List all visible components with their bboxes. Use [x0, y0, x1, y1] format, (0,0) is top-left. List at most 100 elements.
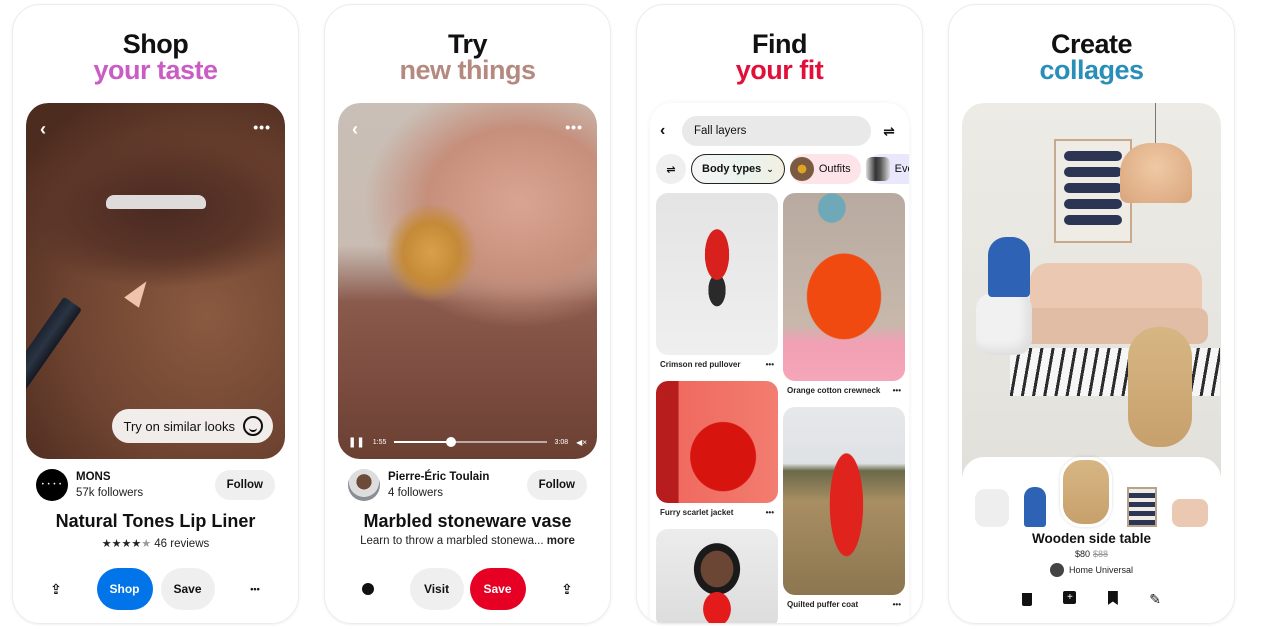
- description-text: Learn to throw a marbled stonewa...: [360, 535, 544, 547]
- headline: Find your fit: [637, 29, 922, 85]
- phone-screen: Wooden side table $80 $88 Home Universal …: [962, 103, 1221, 623]
- follow-button[interactable]: Follow: [214, 470, 275, 500]
- headline: Try new things: [325, 29, 610, 84]
- comment-icon[interactable]: [356, 577, 380, 601]
- share-icon[interactable]: ⇪: [44, 577, 68, 601]
- duplicate-icon[interactable]: +: [1063, 591, 1077, 604]
- pin-card[interactable]: Orange cotton crewneck •••: [783, 193, 905, 395]
- rating-row: ★★★★★ 46 reviews: [26, 537, 285, 550]
- pin-card[interactable]: Quilted puffer coat •••: [783, 407, 905, 609]
- back-icon[interactable]: ‹: [660, 122, 674, 140]
- phone-screen: ‹ ⇌ ⇌ Body types ⌄ Outfits Every Crimson…: [650, 103, 909, 623]
- every-thumbnail: [865, 157, 890, 181]
- cutout-white-stool[interactable]: [975, 489, 1010, 527]
- back-icon[interactable]: ‹: [352, 119, 358, 140]
- headline-line1: Try: [447, 29, 488, 59]
- cutout-wooden-table-selected[interactable]: [1060, 457, 1113, 527]
- pin-title: Natural Tones Lip Liner: [55, 511, 256, 531]
- video-pottery[interactable]: ‹ ••• ❚❚ 1:55 3:08 ◀×: [338, 103, 597, 459]
- bookmark-icon[interactable]: [1107, 591, 1118, 605]
- video-progress-fill: [394, 441, 451, 443]
- try-on-button[interactable]: Try on similar looks: [111, 409, 273, 443]
- pin-image: [656, 381, 778, 503]
- review-count[interactable]: 46 reviews: [154, 538, 209, 550]
- try-on-label: Try on similar looks: [123, 418, 235, 434]
- more-icon[interactable]: •••: [766, 508, 774, 517]
- more-icon[interactable]: •••: [253, 119, 271, 135]
- pencil-edit-icon[interactable]: ✎: [1149, 591, 1161, 608]
- follower-count: 4 followers: [388, 487, 443, 499]
- trash-icon[interactable]: [1022, 593, 1032, 606]
- creator-name[interactable]: MONS: [76, 469, 143, 485]
- panel-create-collages: Create collages Wooden side table $80 $8…: [948, 4, 1235, 624]
- panel-find-your-fit: Find your fit ‹ ⇌ ⇌ Body types ⌄ Outfits…: [636, 4, 923, 624]
- search-bar: ‹ ⇌: [660, 115, 899, 147]
- more-icon[interactable]: •••: [565, 119, 583, 135]
- pin-image: [656, 529, 778, 623]
- chip-filters[interactable]: ⇌: [656, 154, 686, 184]
- pin-image-lips[interactable]: ‹ ••• Try on similar looks: [26, 103, 285, 459]
- chip-label: Outfits: [818, 163, 851, 175]
- back-icon[interactable]: ‹: [40, 119, 46, 140]
- search-input[interactable]: [682, 116, 871, 146]
- cutout-blue-vase[interactable]: [1023, 487, 1046, 527]
- panel-try-new-things: Try new things ‹ ••• ❚❚ 1:55 3:08 ◀× Pie…: [324, 4, 611, 624]
- store-logo: [1049, 563, 1064, 577]
- chevron-down-icon: ⌄: [766, 163, 774, 174]
- price-row: $80 $88: [962, 549, 1221, 559]
- cutout-wall-art[interactable]: [1127, 487, 1158, 527]
- more-icon[interactable]: •••: [766, 360, 774, 369]
- collage-item-blue-vase[interactable]: [988, 237, 1030, 297]
- headline-line2: your fit: [735, 55, 824, 85]
- avatar[interactable]: [348, 469, 380, 501]
- teeth-detail: [106, 195, 206, 209]
- save-button[interactable]: Save: [469, 568, 526, 610]
- more-link[interactable]: more: [547, 535, 575, 547]
- pin-caption: Furry scarlet jacket: [660, 508, 734, 517]
- phone-screen: ‹ ••• ❚❚ 1:55 3:08 ◀× Pierre-Éric Toulai…: [338, 103, 597, 623]
- cutout-strip: [962, 457, 1221, 527]
- filter-sliders-icon[interactable]: ⇌: [879, 123, 899, 140]
- headline-line2: your taste: [93, 55, 218, 85]
- pin-caption: Crimson red pullover: [660, 360, 741, 369]
- headline: Shop your taste: [13, 31, 298, 85]
- follow-button[interactable]: Follow: [526, 470, 587, 500]
- follower-count: 57k followers: [76, 487, 144, 499]
- headline-line2: collages: [1039, 55, 1144, 85]
- pause-icon[interactable]: ❚❚: [348, 437, 365, 448]
- cutout-sofa[interactable]: [1171, 499, 1208, 527]
- pin-card[interactable]: [656, 529, 778, 623]
- pin-card[interactable]: Furry scarlet jacket •••: [656, 381, 778, 517]
- avatar[interactable]: • • • •: [36, 469, 68, 501]
- save-button[interactable]: Save: [160, 568, 215, 610]
- creator-name[interactable]: Pierre-Éric Toulain: [388, 469, 489, 485]
- outfits-thumbnail: [789, 157, 814, 181]
- store-row[interactable]: Home Universal: [962, 563, 1221, 577]
- chip-label: Body types: [702, 163, 762, 175]
- collage-item-wooden-table[interactable]: [1128, 327, 1192, 447]
- mute-icon[interactable]: ◀×: [576, 438, 587, 447]
- visit-button[interactable]: Visit: [409, 568, 464, 610]
- more-icon[interactable]: •••: [893, 386, 901, 395]
- store-name: Home Universal: [1068, 565, 1134, 575]
- collage-item-white-stool[interactable]: [976, 293, 1032, 355]
- video-scrubber[interactable]: [394, 437, 547, 447]
- pin-grid: Crimson red pullover ••• Orange cotton cr…: [656, 193, 905, 623]
- more-icon[interactable]: •••: [893, 600, 901, 609]
- chip-body-types[interactable]: Body types ⌄: [691, 154, 785, 184]
- pin-description: Learn to throw a marbled stonewa... more: [338, 535, 597, 547]
- more-options-icon[interactable]: •••: [243, 577, 267, 601]
- headline: Create collages: [949, 31, 1234, 85]
- filter-chips: ⇌ Body types ⌄ Outfits Every: [656, 153, 909, 185]
- collage-item-pendant-lamp[interactable]: [1120, 143, 1192, 203]
- star-rating-icon: ★★★★★: [101, 538, 152, 550]
- video-scrubber-handle[interactable]: [445, 437, 456, 447]
- share-icon[interactable]: ⇪: [555, 577, 579, 601]
- headline-line1: Find: [752, 29, 807, 59]
- chip-label: Every: [894, 163, 909, 175]
- shop-button[interactable]: Shop: [96, 568, 153, 610]
- chip-every[interactable]: Every: [865, 154, 909, 184]
- action-bar: ⇪ Shop Save •••: [26, 568, 285, 610]
- pin-card[interactable]: Crimson red pullover •••: [656, 193, 778, 369]
- chip-outfits[interactable]: Outfits: [789, 154, 861, 184]
